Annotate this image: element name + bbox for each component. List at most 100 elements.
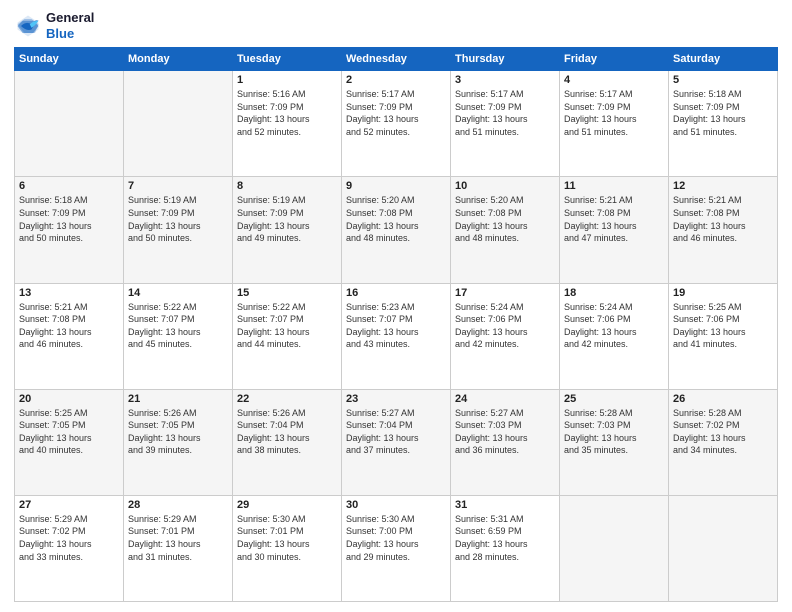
day-number: 16 [346,287,446,299]
day-number: 2 [346,74,446,86]
calendar-cell: 12 Sunrise: 5:21 AM Sunset: 7:08 PM Dayli… [669,177,778,283]
calendar-cell: 1Sunrise: 5:16 AM Sunset: 7:09 PM Daylig… [233,71,342,177]
calendar-cell: 18 Sunrise: 5:24 AM Sunset: 7:06 PM Dayli… [560,283,669,389]
day-info: Sunrise: 5:31 AM Sunset: 6:59 PM Dayligh… [455,513,555,563]
day-info: Sunrise: 5:25 AM Sunset: 7:05 PM Dayligh… [19,407,119,457]
weekday-header-wednesday: Wednesday [342,48,451,71]
calendar-cell: 30Sunrise: 5:30 AM Sunset: 7:00 PM Dayli… [342,495,451,601]
calendar-table: SundayMondayTuesdayWednesdayThursdayFrid… [14,47,778,602]
weekday-header-sunday: Sunday [15,48,124,71]
calendar-cell: 6 Sunrise: 5:18 AM Sunset: 7:09 PM Daylig… [15,177,124,283]
logo-general: General [46,10,94,26]
weekday-header-tuesday: Tuesday [233,48,342,71]
day-number: 14 [128,287,228,299]
weekday-header-saturday: Saturday [669,48,778,71]
calendar-cell: 7 Sunrise: 5:19 AM Sunset: 7:09 PM Daylig… [124,177,233,283]
calendar-week-2: 6 Sunrise: 5:18 AM Sunset: 7:09 PM Daylig… [15,177,778,283]
calendar-cell: 8 Sunrise: 5:19 AM Sunset: 7:09 PM Daylig… [233,177,342,283]
calendar-cell [669,495,778,601]
calendar-cell: 14 Sunrise: 5:22 AM Sunset: 7:07 PM Dayli… [124,283,233,389]
day-number: 5 [673,74,773,86]
day-number: 23 [346,393,446,405]
day-number: 10 [455,180,555,192]
day-info: Sunrise: 5:21 AM Sunset: 7:08 PM Dayligh… [673,194,773,244]
day-number: 29 [237,499,337,511]
day-info: Sunrise: 5:28 AM Sunset: 7:02 PM Dayligh… [673,407,773,457]
calendar-cell: 10 Sunrise: 5:20 AM Sunset: 7:08 PM Dayli… [451,177,560,283]
day-number: 20 [19,393,119,405]
calendar-week-3: 13 Sunrise: 5:21 AM Sunset: 7:08 PM Dayli… [15,283,778,389]
calendar-cell: 25Sunrise: 5:28 AM Sunset: 7:03 PM Dayli… [560,389,669,495]
day-info: Sunrise: 5:24 AM Sunset: 7:06 PM Dayligh… [564,301,664,351]
day-number: 13 [19,287,119,299]
calendar-cell: 24 Sunrise: 5:27 AM Sunset: 7:03 PM Dayli… [451,389,560,495]
calendar-cell: 5 Sunrise: 5:18 AM Sunset: 7:09 PM Daylig… [669,71,778,177]
day-info: Sunrise: 5:25 AM Sunset: 7:06 PM Dayligh… [673,301,773,351]
calendar-cell [124,71,233,177]
day-info: Sunrise: 5:22 AM Sunset: 7:07 PM Dayligh… [237,301,337,351]
day-number: 3 [455,74,555,86]
logo-icon [14,12,42,40]
calendar-cell: 4 Sunrise: 5:17 AM Sunset: 7:09 PM Daylig… [560,71,669,177]
header: General Blue [14,10,778,41]
calendar-cell: 19 Sunrise: 5:25 AM Sunset: 7:06 PM Dayli… [669,283,778,389]
day-number: 9 [346,180,446,192]
calendar-cell: 13 Sunrise: 5:21 AM Sunset: 7:08 PM Dayli… [15,283,124,389]
day-number: 19 [673,287,773,299]
calendar-cell: 28 Sunrise: 5:29 AM Sunset: 7:01 PM Dayli… [124,495,233,601]
logo-text: General Blue [46,10,94,41]
calendar-cell [560,495,669,601]
day-info: Sunrise: 5:18 AM Sunset: 7:09 PM Dayligh… [673,88,773,138]
calendar-cell: 3 Sunrise: 5:17 AM Sunset: 7:09 PM Daylig… [451,71,560,177]
day-number: 27 [19,499,119,511]
day-info: Sunrise: 5:22 AM Sunset: 7:07 PM Dayligh… [128,301,228,351]
day-number: 7 [128,180,228,192]
day-info: Sunrise: 5:21 AM Sunset: 7:08 PM Dayligh… [564,194,664,244]
calendar-cell: 15 Sunrise: 5:22 AM Sunset: 7:07 PM Dayli… [233,283,342,389]
day-info: Sunrise: 5:18 AM Sunset: 7:09 PM Dayligh… [19,194,119,244]
day-info: Sunrise: 5:29 AM Sunset: 7:02 PM Dayligh… [19,513,119,563]
calendar-cell: 29Sunrise: 5:30 AM Sunset: 7:01 PM Dayli… [233,495,342,601]
day-info: Sunrise: 5:20 AM Sunset: 7:08 PM Dayligh… [346,194,446,244]
calendar-cell: 11 Sunrise: 5:21 AM Sunset: 7:08 PM Dayli… [560,177,669,283]
day-number: 17 [455,287,555,299]
day-number: 11 [564,180,664,192]
day-number: 15 [237,287,337,299]
logo-blue: Blue [46,26,94,42]
calendar-week-4: 20 Sunrise: 5:25 AM Sunset: 7:05 PM Dayli… [15,389,778,495]
calendar-week-1: 1Sunrise: 5:16 AM Sunset: 7:09 PM Daylig… [15,71,778,177]
day-info: Sunrise: 5:29 AM Sunset: 7:01 PM Dayligh… [128,513,228,563]
calendar-week-5: 27 Sunrise: 5:29 AM Sunset: 7:02 PM Dayli… [15,495,778,601]
day-info: Sunrise: 5:23 AM Sunset: 7:07 PM Dayligh… [346,301,446,351]
day-number: 30 [346,499,446,511]
day-info: Sunrise: 5:20 AM Sunset: 7:08 PM Dayligh… [455,194,555,244]
calendar-cell: 21Sunrise: 5:26 AM Sunset: 7:05 PM Dayli… [124,389,233,495]
weekday-header-thursday: Thursday [451,48,560,71]
day-info: Sunrise: 5:26 AM Sunset: 7:04 PM Dayligh… [237,407,337,457]
day-number: 18 [564,287,664,299]
day-info: Sunrise: 5:19 AM Sunset: 7:09 PM Dayligh… [237,194,337,244]
day-number: 24 [455,393,555,405]
day-info: Sunrise: 5:16 AM Sunset: 7:09 PM Dayligh… [237,88,337,138]
day-number: 28 [128,499,228,511]
calendar-cell: 22Sunrise: 5:26 AM Sunset: 7:04 PM Dayli… [233,389,342,495]
calendar-cell: 23Sunrise: 5:27 AM Sunset: 7:04 PM Dayli… [342,389,451,495]
calendar-cell: 20 Sunrise: 5:25 AM Sunset: 7:05 PM Dayli… [15,389,124,495]
day-number: 25 [564,393,664,405]
calendar-cell: 16 Sunrise: 5:23 AM Sunset: 7:07 PM Dayli… [342,283,451,389]
calendar-cell: 26Sunrise: 5:28 AM Sunset: 7:02 PM Dayli… [669,389,778,495]
page: General Blue SundayMondayTuesdayWednesda… [0,0,792,612]
day-number: 31 [455,499,555,511]
day-info: Sunrise: 5:19 AM Sunset: 7:09 PM Dayligh… [128,194,228,244]
day-info: Sunrise: 5:26 AM Sunset: 7:05 PM Dayligh… [128,407,228,457]
day-number: 6 [19,180,119,192]
day-info: Sunrise: 5:17 AM Sunset: 7:09 PM Dayligh… [564,88,664,138]
calendar-cell: 2Sunrise: 5:17 AM Sunset: 7:09 PM Daylig… [342,71,451,177]
weekday-header-row: SundayMondayTuesdayWednesdayThursdayFrid… [15,48,778,71]
day-info: Sunrise: 5:17 AM Sunset: 7:09 PM Dayligh… [455,88,555,138]
day-number: 8 [237,180,337,192]
day-number: 4 [564,74,664,86]
day-number: 12 [673,180,773,192]
day-info: Sunrise: 5:27 AM Sunset: 7:03 PM Dayligh… [455,407,555,457]
day-info: Sunrise: 5:21 AM Sunset: 7:08 PM Dayligh… [19,301,119,351]
